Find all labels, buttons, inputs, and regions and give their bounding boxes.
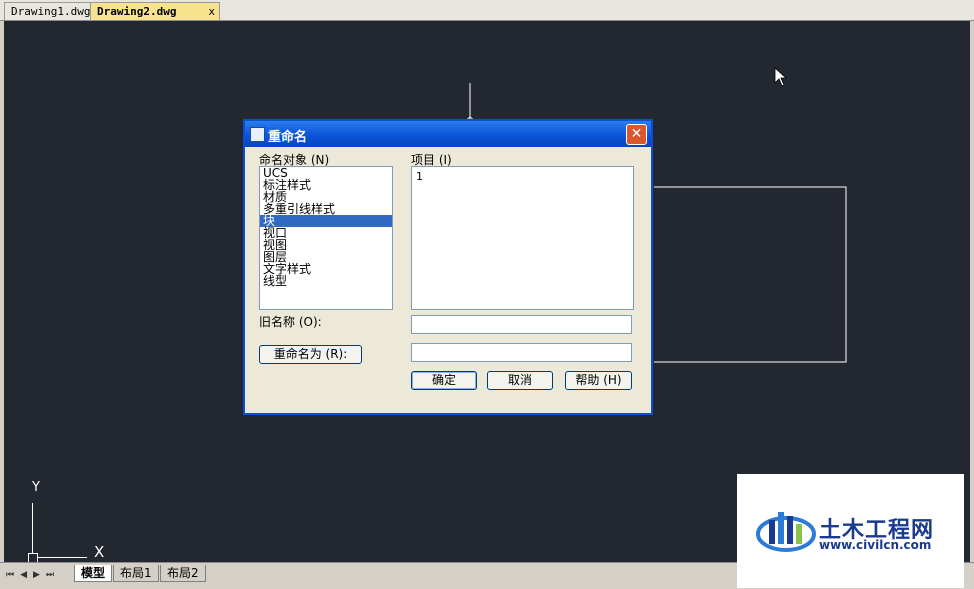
dialog-title: 重命名 [268, 130, 308, 145]
tab-layout1[interactable]: 布局1 [113, 565, 159, 582]
layout-nav-arrows-icon[interactable]: ⏮◀▶⏭ [6, 570, 60, 580]
help-button[interactable]: 帮助 (H) [565, 371, 632, 390]
tab-layout2[interactable]: 布局2 [160, 565, 206, 582]
ucs-x-axis [37, 557, 87, 558]
rename-dialog: 重命名 ✕ 命名对象 (N) UCS 标注样式 材质 多重引线样式 块 视口 视… [243, 119, 653, 415]
tab-drawing1[interactable]: Drawing1.dwg [4, 2, 96, 20]
document-tab-bar: Drawing1.dwg Drawing2.dwg x [0, 0, 974, 21]
watermark-emblem-icon [756, 512, 816, 552]
dialog-title-bar[interactable]: 重命名 ✕ [245, 121, 651, 147]
ucs-y-label: Y [32, 480, 40, 495]
tab-close-icon[interactable]: x [208, 3, 215, 20]
old-name-label: 旧名称 (O): [259, 315, 322, 329]
rename-to-field[interactable] [411, 343, 632, 362]
old-name-field[interactable] [411, 315, 632, 334]
ok-button[interactable]: 确定 [411, 371, 477, 390]
list-item[interactable]: 1 [412, 167, 633, 186]
named-objects-list[interactable]: UCS 标注样式 材质 多重引线样式 块 视口 视图 图层 文字样式 线型 [259, 166, 393, 310]
watermark-logo: 土木工程网 www.civilcn.com [737, 474, 964, 588]
tab-drawing2-label: Drawing2.dwg [97, 5, 177, 18]
cancel-button[interactable]: 取消 [487, 371, 553, 390]
ucs-y-axis [32, 503, 33, 553]
list-item[interactable]: 多重引线样式 [260, 203, 392, 215]
list-item[interactable]: 线型 [260, 275, 392, 287]
ucs-x-label: X [94, 543, 105, 561]
watermark-url: www.civilcn.com [819, 538, 932, 552]
tab-drawing2[interactable]: Drawing2.dwg x [90, 2, 220, 20]
rename-to-button[interactable]: 重命名为 (R): [259, 345, 362, 364]
tab-model[interactable]: 模型 [74, 565, 113, 582]
close-button[interactable]: ✕ [626, 124, 647, 145]
items-list[interactable]: 1 [411, 166, 634, 310]
app-icon [250, 127, 265, 142]
tab-drawing1-label: Drawing1.dwg [11, 5, 91, 18]
mouse-pointer-icon [774, 67, 788, 87]
